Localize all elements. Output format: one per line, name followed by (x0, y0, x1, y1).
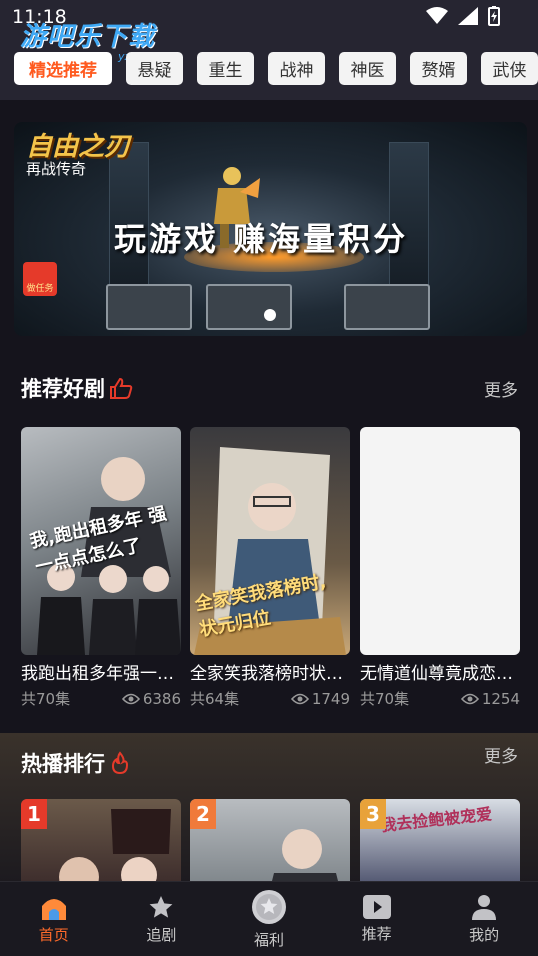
recommended-title: 推荐好剧 (21, 377, 105, 401)
nav-home-label: 首页 (38, 925, 69, 944)
coin-icon (251, 889, 286, 924)
drama-meta: 共64集 1749 (190, 688, 350, 709)
drama-card[interactable]: 全家笑我落榜时, 状元归位 全家笑我落榜时状元归位 共64集 1749 (190, 427, 350, 709)
carousel-dot[interactable] (264, 309, 276, 321)
view-number: 1254 (481, 689, 520, 708)
episode-count: 共70集 (360, 690, 410, 708)
nav-recommend[interactable]: 推荐 (323, 882, 431, 956)
drama-meta: 共70集 6386 (21, 688, 181, 709)
view-number: 6386 (142, 689, 181, 708)
bottom-nav: 首页 追剧 福利 推荐 我的 (0, 881, 538, 956)
episode-count: 共70集 (21, 690, 71, 708)
tab-divine-doctor[interactable]: 神医 (339, 52, 396, 85)
nav-welfare[interactable]: 福利 (215, 882, 323, 956)
eye-icon (121, 693, 140, 704)
view-count: 1749 (290, 688, 350, 709)
banner-headline: 玩游戏 赚海量积分 (114, 220, 409, 258)
drama-poster: 我,跑出租多年 强一点点怎么了 (21, 427, 181, 655)
drama-poster: 全家笑我落榜时, 状元归位 (190, 427, 350, 655)
drama-title: 无情道仙尊竟成恋爱脑 (360, 664, 520, 684)
nav-home[interactable]: 首页 (0, 882, 108, 956)
category-tabs: 精选推荐 悬疑 重生 战神 神医 赘婿 武侠 (14, 52, 538, 85)
promo-banner[interactable]: 自由之刃 再战传奇 玩游戏 赚海量积分 做任务 (14, 122, 527, 336)
nav-following-label: 追剧 (146, 925, 177, 944)
task-label: 做任务 (26, 284, 54, 294)
tab-son-in-law[interactable]: 赘婿 (410, 52, 467, 85)
hot-drama-poster[interactable]: 1 (21, 799, 181, 889)
view-count: 6386 (121, 688, 181, 709)
battery-icon (488, 6, 500, 26)
eye-icon (290, 693, 309, 704)
person-icon (472, 894, 497, 920)
star-icon (149, 895, 173, 918)
nav-profile-label: 我的 (469, 925, 500, 944)
episode-count: 共64集 (190, 690, 240, 708)
drama-poster-placeholder (360, 427, 520, 655)
tab-rebirth[interactable]: 重生 (197, 52, 254, 85)
banner-panel (106, 284, 192, 330)
hot-section-title: 热播排行 (21, 748, 131, 778)
drama-title: 我跑出租多年强一点点怎么了 (21, 664, 181, 684)
home-icon (41, 898, 66, 920)
banner-panel (206, 284, 292, 330)
drama-card[interactable]: 无情道仙尊竟成恋爱脑 共70集 1254 (360, 427, 520, 709)
drama-card[interactable]: 我,跑出租多年 强一点点怎么了 我跑出租多年强一点点怎么了 共70集 6386 (21, 427, 181, 709)
drama-meta: 共70集 1254 (360, 688, 520, 709)
nav-following[interactable]: 追剧 (108, 882, 216, 956)
poster-text: 我去捡鲍被宠爱 (379, 804, 493, 836)
drama-title: 全家笑我落榜时状元归位 (190, 664, 350, 684)
play-icon (362, 894, 391, 919)
signal-icon (458, 7, 478, 25)
tab-suspense[interactable]: 悬疑 (126, 52, 183, 85)
nav-profile[interactable]: 我的 (430, 882, 538, 956)
nav-recommend-label: 推荐 (361, 924, 392, 943)
tab-war-god[interactable]: 战神 (268, 52, 325, 85)
recommended-section-title: 推荐好剧 (21, 373, 133, 403)
flame-icon (111, 751, 129, 775)
wifi-icon (426, 7, 448, 24)
eye-icon (460, 693, 479, 704)
hot-drama-poster[interactable]: 我去捡鲍被宠爱 3 (360, 799, 520, 889)
top-bar: 11:18 游吧乐下载 yxl.com 精选推荐 悬疑 重生 战神 神医 赘婿 … (0, 0, 538, 100)
status-icons (426, 6, 500, 26)
hot-drama-poster[interactable]: 2 (190, 799, 350, 889)
rank-badge: 2 (190, 799, 216, 829)
banner-panel (344, 284, 430, 330)
game-subtitle: 再战传奇 (26, 160, 87, 178)
watermark-logo: 游吧乐下载 (20, 22, 156, 52)
tab-featured[interactable]: 精选推荐 (14, 52, 112, 85)
rank-badge: 3 (360, 799, 386, 829)
thumbs-up-icon (110, 377, 133, 399)
rank-badge: 1 (21, 799, 47, 829)
nav-welfare-label: 福利 (253, 930, 284, 949)
hot-more-link[interactable]: 更多 (484, 742, 518, 767)
view-count: 1254 (460, 688, 520, 709)
task-badge[interactable]: 做任务 (23, 262, 57, 296)
tab-martial-arts[interactable]: 武侠 (481, 52, 538, 85)
view-number: 1749 (311, 689, 350, 708)
hot-title: 热播排行 (21, 752, 105, 776)
recommended-more-link[interactable]: 更多 (484, 376, 518, 401)
